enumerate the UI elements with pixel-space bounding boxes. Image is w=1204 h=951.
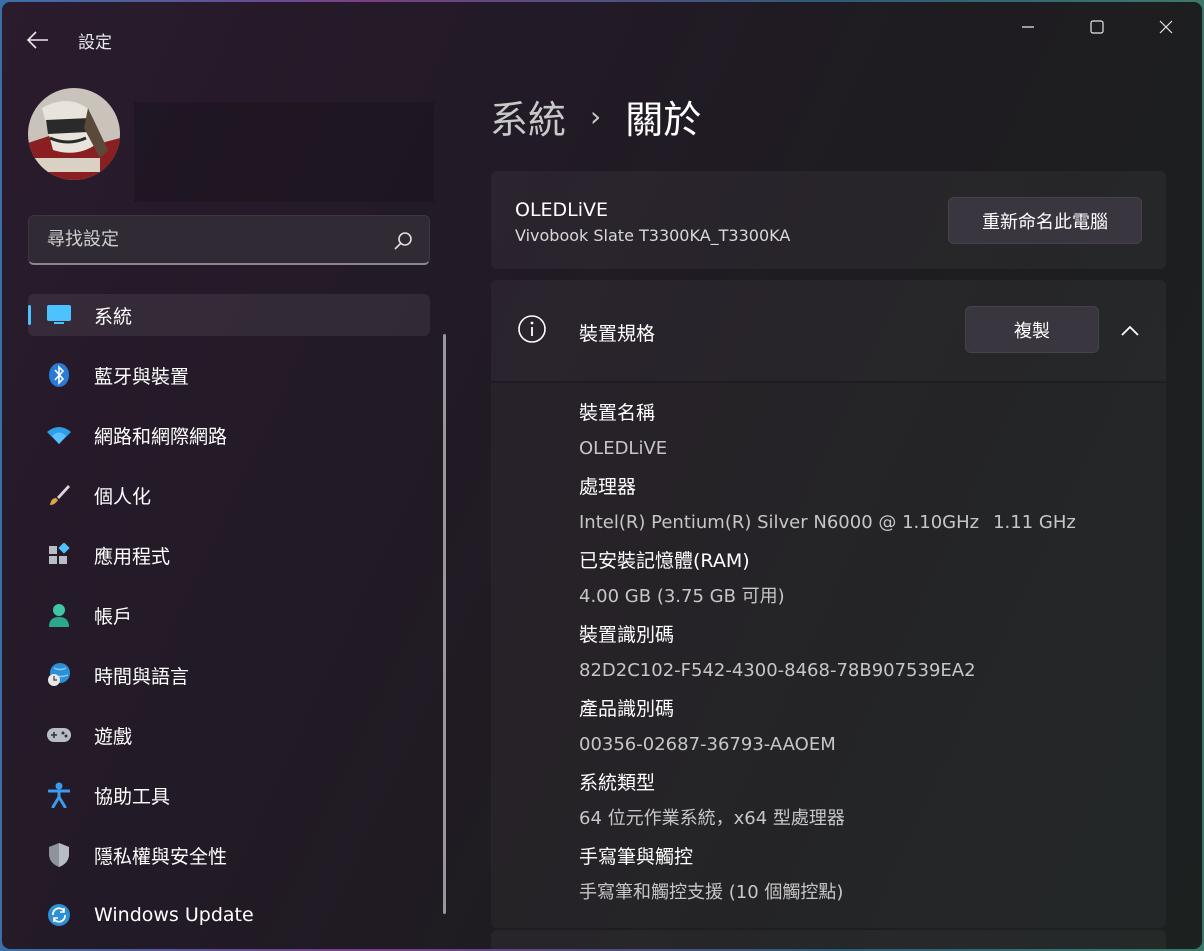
device-card: OLEDLiVE Vivobook Slate T3300KA_T3300KA … (491, 171, 1166, 269)
spec-row: 處理器 Intel(R) Pentium(R) Silver N6000 @ 1… (579, 473, 1076, 547)
sidebar-item-bluetooth[interactable]: 藍牙與裝置 (28, 354, 430, 396)
spec-value-text: 00356-02687-36793-AAOEM (579, 734, 836, 755)
shield-icon (46, 842, 72, 868)
maximize-button[interactable] (1074, 12, 1120, 42)
title-bar: 設定 (2, 2, 1202, 72)
spec-value-text: 82D2C102-F542-4300-8468-78B907539EA2 (579, 660, 976, 681)
spec-value-text: 64 位元作業系統，x64 型處理器 (579, 808, 845, 829)
sidebar-item-label: Windows Update (94, 904, 254, 926)
spec-label: 裝置識別碼 (579, 624, 675, 646)
sidebar-item-label: 藍牙與裝置 (94, 365, 190, 388)
sidebar-item-label: 帳戶 (94, 605, 133, 628)
sidebar-item-accounts[interactable]: 帳戶 (28, 594, 430, 636)
sidebar-item-label: 系統 (94, 305, 133, 328)
spec-row: 裝置識別碼 82D2C102-F542-4300-8468-78B907539E… (579, 621, 1076, 695)
spec-list: 裝置名稱 OLEDLiVE 處理器 Intel(R) Pentium(R) Si… (579, 399, 1076, 917)
spec-value: 64 位元作業系統，x64 型處理器 (579, 805, 1076, 843)
monitor-icon (46, 302, 72, 328)
spec-value-text: Intel(R) Pentium(R) Silver N6000 @ 1.10G… (579, 512, 980, 533)
sidebar-item-label: 應用程式 (94, 545, 171, 568)
sidebar-item-windows-update[interactable]: Windows Update (28, 894, 430, 936)
bluetooth-icon (46, 362, 72, 388)
globe-clock-icon (46, 662, 72, 688)
update-icon (46, 902, 72, 928)
search-box[interactable] (28, 215, 430, 265)
spec-row: 產品識別碼 00356-02687-36793-AAOEM (579, 695, 1076, 769)
accessibility-icon (46, 782, 72, 808)
sidebar-item-gaming[interactable]: 遊戲 (28, 714, 430, 756)
wifi-icon (46, 422, 72, 448)
next-card (491, 930, 1166, 949)
chevron-up-icon[interactable] (1119, 320, 1141, 342)
user-account-info (134, 102, 434, 202)
spec-row: 系統類型 64 位元作業系統，x64 型處理器 (579, 769, 1076, 843)
settings-window: 設定 尋找設定 系統 藍牙與裝置 網路和網際網路 個人化 應用程式 帳戶 時間與… (2, 2, 1202, 949)
app-title: 設定 (78, 33, 112, 53)
sidebar-item-label: 個人化 (94, 485, 152, 508)
sidebar-item-personalization[interactable]: 個人化 (28, 474, 430, 516)
search-input[interactable] (47, 229, 377, 250)
spec-label: 手寫筆與觸控 (579, 846, 694, 868)
gamepad-icon (46, 722, 72, 748)
person-icon (46, 602, 72, 628)
spec-label: 系統類型 (579, 772, 656, 794)
spec-value-text: 手寫筆和觸控支援 (10 個觸控點) (579, 882, 844, 903)
sidebar-scrollbar[interactable] (443, 334, 446, 914)
sidebar-item-system[interactable]: 系統 (28, 294, 430, 336)
sidebar-item-label: 時間與語言 (94, 665, 190, 688)
spec-value: 00356-02687-36793-AAOEM (579, 731, 1076, 769)
sidebar-item-apps[interactable]: 應用程式 (28, 534, 430, 576)
device-model: Vivobook Slate T3300KA_T3300KA (515, 226, 791, 245)
spec-value-extra: 1.11 GHz (993, 512, 1076, 533)
sidebar-item-label: 遊戲 (94, 725, 133, 748)
avatar[interactable] (28, 88, 120, 180)
sidebar-item-accessibility[interactable]: 協助工具 (28, 774, 430, 816)
spec-label: 裝置名稱 (579, 402, 656, 424)
sidebar-item-time-language[interactable]: 時間與語言 (28, 654, 430, 696)
rename-pc-button[interactable]: 重新命名此電腦 (948, 197, 1142, 244)
spec-value: Intel(R) Pentium(R) Silver N6000 @ 1.10G… (579, 509, 1076, 547)
spec-row: 裝置名稱 OLEDLiVE (579, 399, 1076, 473)
device-name: OLEDLiVE (515, 199, 609, 221)
apps-icon (46, 542, 72, 568)
maximize-icon (1090, 20, 1104, 34)
spec-value: 82D2C102-F542-4300-8468-78B907539EA2 (579, 657, 1076, 695)
copy-specs-button[interactable]: 複製 (965, 306, 1099, 353)
back-arrow-icon (27, 31, 48, 49)
sidebar-item-privacy[interactable]: 隱私權與安全性 (28, 834, 430, 876)
minimize-button[interactable] (1005, 12, 1051, 42)
spec-row: 已安裝記憶體(RAM) 4.00 GB (3.75 GB 可用) (579, 547, 1076, 621)
sidebar-nav: 系統 藍牙與裝置 網路和網際網路 個人化 應用程式 帳戶 時間與語言 遊戲 協助… (28, 294, 430, 949)
spec-label: 產品識別碼 (579, 698, 675, 720)
spec-value-text: 4.00 GB (3.75 GB 可用) (579, 586, 785, 607)
close-button[interactable] (1143, 12, 1189, 42)
device-specs-header[interactable]: 裝置規格 複製 (491, 280, 1166, 381)
sidebar-item-label: 協助工具 (94, 785, 171, 808)
page-title: 關於 (625, 97, 702, 142)
avatar-image (28, 88, 120, 180)
spec-row: 手寫筆與觸控 手寫筆和觸控支援 (10 個觸控點) (579, 843, 1076, 917)
spec-label: 已安裝記憶體(RAM) (579, 550, 750, 572)
spec-value: 4.00 GB (3.75 GB 可用) (579, 583, 1076, 621)
spec-value-text: OLEDLiVE (579, 438, 668, 459)
spec-value: 手寫筆和觸控支援 (10 個觸控點) (579, 879, 1076, 917)
device-specs-title: 裝置規格 (579, 323, 656, 345)
sidebar-item-network[interactable]: 網路和網際網路 (28, 414, 430, 456)
brush-icon (46, 482, 72, 508)
breadcrumb-separator: › (590, 99, 602, 133)
spec-value: OLEDLiVE (579, 435, 1076, 473)
search-icon[interactable] (391, 229, 415, 253)
spec-label: 處理器 (579, 476, 637, 498)
device-specs-body: 裝置名稱 OLEDLiVE 處理器 Intel(R) Pentium(R) Si… (491, 383, 1166, 928)
breadcrumb: 系統 › 關於 (490, 88, 701, 144)
sidebar-item-label: 網路和網際網路 (94, 425, 228, 448)
close-icon (1159, 20, 1173, 34)
info-icon (518, 315, 546, 343)
breadcrumb-parent[interactable]: 系統 (490, 89, 566, 144)
back-button[interactable] (18, 24, 58, 56)
minimize-icon (1022, 26, 1034, 28)
sidebar-item-label: 隱私權與安全性 (94, 845, 228, 868)
